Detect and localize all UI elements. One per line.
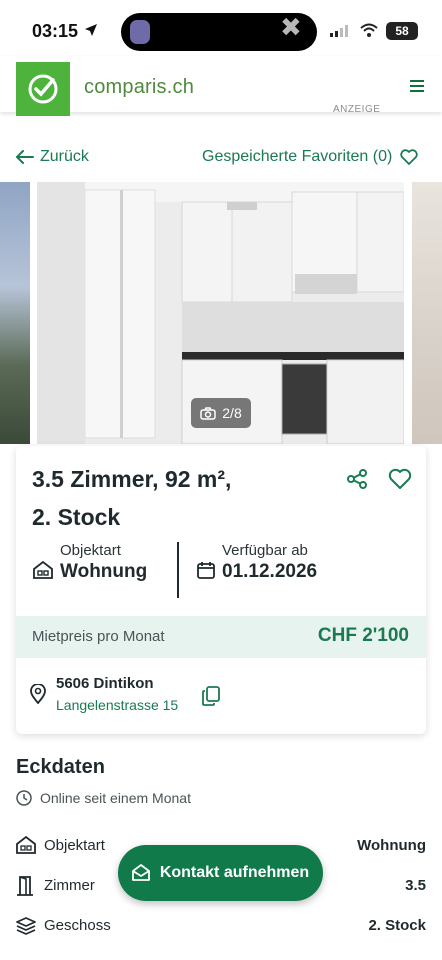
listing-title-line1: 3.5 Zimmer, 92 m², (32, 466, 232, 492)
listing-card: 3.5 Zimmer, 92 m², 2. Stock Objektart Wo… (16, 446, 426, 734)
fact-value: 01.12.2026 (222, 561, 318, 582)
divider (177, 542, 179, 598)
door-icon (17, 876, 33, 896)
contact-button[interactable]: Kontakt aufnehmen (118, 845, 323, 901)
contact-button-label: Kontakt aufnehmen (159, 864, 310, 881)
house-icon (16, 836, 36, 854)
arrow-left-icon (16, 150, 34, 164)
online-since-text: Online seit einem Monat (40, 790, 191, 806)
gallery-next-image[interactable] (412, 182, 442, 444)
clock-icon (16, 790, 32, 806)
comparis-logo[interactable] (16, 62, 70, 116)
location-arrow-icon (85, 24, 97, 36)
wifi-icon (360, 23, 378, 37)
back-link[interactable]: Zurück (16, 148, 89, 166)
calendar-icon (197, 562, 215, 579)
photo-counter: 2/8 (191, 398, 251, 428)
status-bar: 03:15 ✖ 58 (0, 0, 442, 56)
location-street[interactable]: Langelenstrasse 15 (56, 697, 178, 713)
check-icon (28, 74, 58, 104)
flashlight-icon (130, 20, 150, 44)
fact-objektart: Objektart Wohnung (60, 542, 147, 583)
camera-icon (200, 406, 217, 420)
fact-label: Objektart (60, 542, 121, 559)
favorite-heart-icon[interactable] (388, 468, 412, 490)
layers-icon (16, 917, 36, 935)
location-city: 5606 Dintikon (56, 675, 154, 692)
row-value: 3.5 (405, 877, 426, 894)
row-label: Objektart (44, 837, 105, 854)
house-icon (33, 560, 53, 579)
fact-verfuegbar: Verfügbar ab 01.12.2026 (222, 542, 317, 583)
share-icon[interactable] (346, 468, 368, 490)
brand-name[interactable]: comparis.ch (84, 76, 194, 99)
battery-icon: 58 (386, 22, 418, 40)
fact-value: Wohnung (60, 561, 148, 582)
price-value: CHF 2'100 (317, 625, 409, 646)
signal-icon (330, 25, 348, 37)
eckdaten-row-geschoss: Geschoss 2. Stock (16, 914, 426, 938)
row-label: Zimmer (44, 877, 95, 894)
location-pin-icon (30, 684, 46, 704)
row-label: Geschoss (44, 917, 111, 934)
menu-icon[interactable] (410, 80, 424, 92)
listing-title: 3.5 Zimmer, 92 m², 2. Stock (32, 460, 332, 536)
photo-counter-text: 2/8 (222, 405, 242, 421)
fact-label: Verfügbar ab (222, 542, 308, 559)
envelope-open-icon (131, 864, 150, 881)
close-overlay-icon: ✖ (280, 12, 302, 42)
listing-title-line2: 2. Stock (32, 504, 121, 530)
status-time: 03:15 (32, 21, 79, 41)
price-bar: Mietpreis pro Monat CHF 2'100 (16, 616, 426, 658)
key-facts: Objektart Wohnung Verfügbar ab 01.12.202… (32, 542, 412, 598)
section-title-eckdaten: Eckdaten (16, 756, 105, 778)
gallery-prev-image[interactable] (0, 182, 30, 444)
ad-label: ANZEIGE (333, 104, 381, 115)
copy-icon[interactable] (202, 686, 220, 706)
row-value: 2. Stock (368, 917, 426, 934)
online-since: Online seit einem Monat (16, 790, 191, 806)
row-value: Wohnung (357, 837, 426, 854)
price-label: Mietpreis pro Monat (32, 628, 165, 645)
heart-outline-icon (400, 149, 418, 165)
back-label: Zurück (40, 148, 89, 165)
favorites-label: Gespeicherte Favoriten (0) (202, 148, 393, 165)
saved-favorites-link[interactable]: Gespeicherte Favoriten (0) (202, 148, 418, 166)
